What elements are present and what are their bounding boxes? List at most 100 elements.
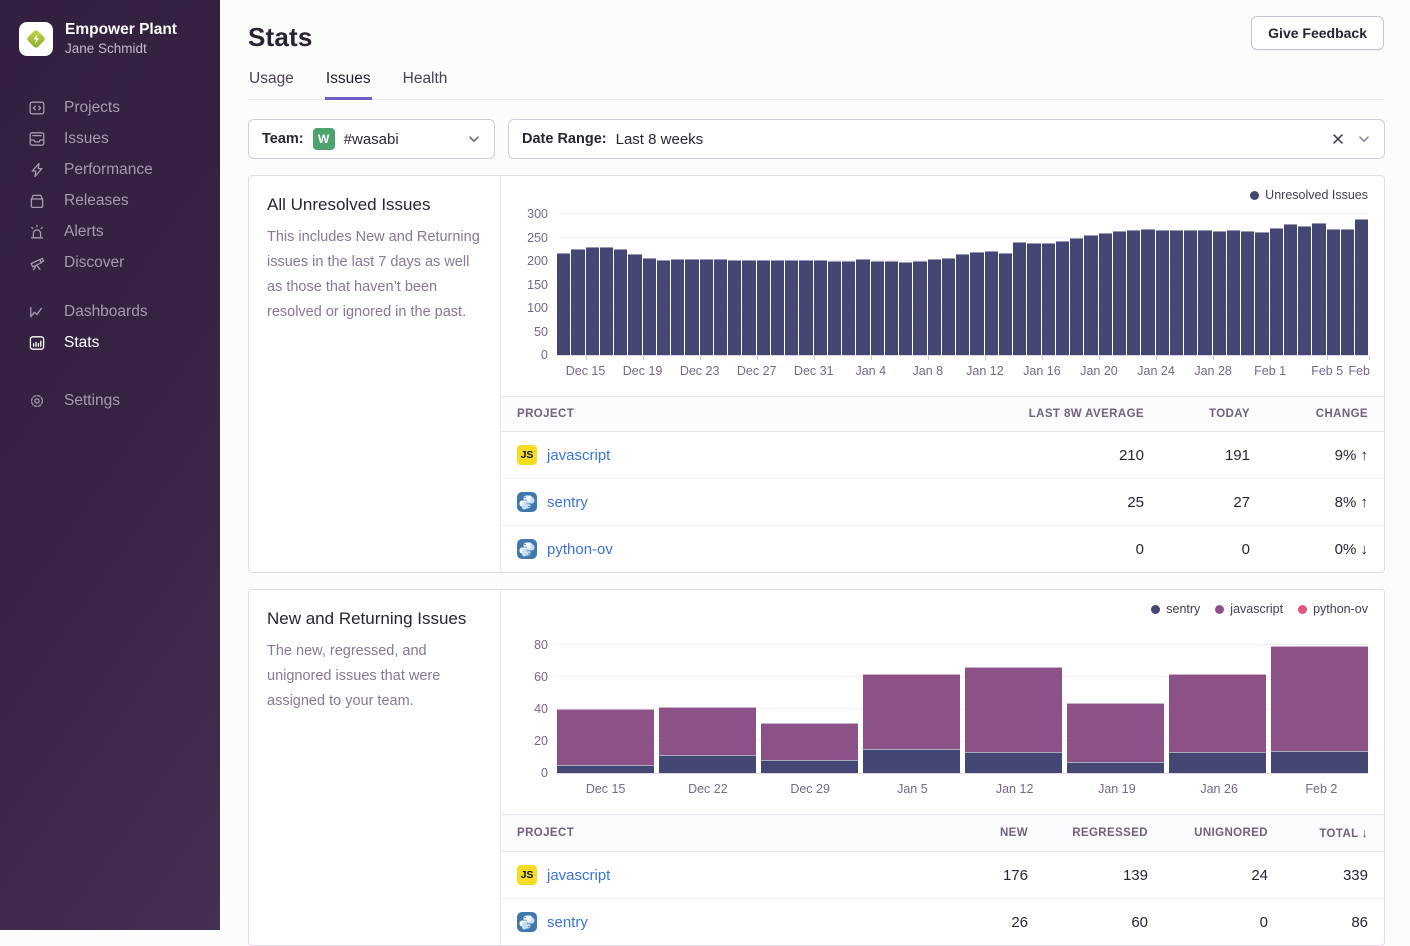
project-link[interactable]: sentry [547,494,588,511]
legend-label: sentry [1166,602,1200,616]
bar [1099,233,1112,355]
bar [1013,242,1026,355]
bar-segment-javascript [557,709,654,765]
tab-bar: Usage Issues Health [248,70,1384,100]
new-returning-plot: 020406080 [557,632,1368,774]
legend-dot-icon [1151,605,1160,614]
bar [1298,226,1311,355]
bar [700,259,713,355]
give-feedback-button[interactable]: Give Feedback [1251,16,1384,50]
new-value: 176 [924,852,1044,899]
x-tick-mark [985,356,986,360]
x-tick-label: Jan 12 [966,774,1063,800]
col-unignored[interactable]: UNIGNORED [1164,815,1284,852]
bar [913,261,926,355]
y-tick-label: 0 [514,348,548,362]
bar-segment-sentry [659,755,756,773]
date-range-select[interactable]: Date Range: Last 8 weeks [508,119,1385,159]
sidebar-item-label: Alerts [64,223,104,241]
sidebar-item-dashboards[interactable]: Dashboards [0,296,220,327]
bar-segment-javascript [863,674,960,749]
sidebar-item-stats[interactable]: Stats [0,327,220,358]
legend-item-sentry[interactable]: sentry [1151,602,1200,616]
project-link[interactable]: javascript [547,867,610,884]
stacked-bar [1169,632,1266,773]
nav-divider-gap [0,278,220,296]
sidebar-item-discover[interactable]: Discover [0,247,220,278]
sidebar-item-label: Stats [64,334,99,352]
tab-health[interactable]: Health [402,70,449,100]
bar [814,260,827,355]
table-row: python-ov 0 0 0% ↓ [501,526,1384,573]
col-regressed[interactable]: REGRESSED [1044,815,1164,852]
col-project[interactable]: PROJECT [501,815,924,852]
x-tick-mark [757,356,758,360]
bar [785,260,798,355]
bar-segment-sentry [557,765,654,773]
panel-description-column: All Unresolved Issues This includes New … [249,176,501,572]
bar [685,259,698,355]
bar [1355,219,1368,355]
bar-segment-javascript [1067,703,1164,762]
sidebar-item-alerts[interactable]: Alerts [0,216,220,247]
sidebar-item-issues[interactable]: Issues [0,123,220,154]
bar [557,253,570,355]
tab-issues[interactable]: Issues [325,70,372,100]
x-tick-mark [814,356,815,360]
unresolved-plot: 050100150200250300 [557,214,1368,356]
project-link[interactable]: javascript [547,447,610,464]
project-link[interactable]: python-ov [547,541,613,558]
panel-description: This includes New and Returning issues i… [267,225,482,325]
x-tick-label: Dec 29 [762,774,859,800]
team-select-controls [467,132,481,146]
y-tick-label: 50 [514,325,548,339]
sidebar-item-projects[interactable]: Projects [0,92,220,123]
col-avg[interactable]: LAST 8W AVERAGE [990,397,1160,432]
bar [928,259,941,355]
panel-new-returning-issues: New and Returning Issues The new, regres… [248,589,1385,946]
col-change[interactable]: CHANGE [1266,397,1384,432]
new-returning-chart[interactable]: sentry javascript python-ov 0204 [501,590,1384,806]
unresolved-chart[interactable]: Unresolved Issues 050100150200250300 Dec… [501,176,1384,388]
bar [1113,231,1126,355]
x-tick-label: Jan 5 [864,774,961,800]
tab-usage[interactable]: Usage [248,70,295,100]
col-project[interactable]: PROJECT [501,397,990,432]
arrow-up-icon: ↑ [1361,447,1369,464]
x-tick-label: Dec 15 [557,774,654,800]
bar [614,249,627,355]
bar [1170,230,1183,355]
page-header: Stats Give Feedback Usage Issues Health [220,0,1410,100]
sidebar-item-settings[interactable]: Settings [0,385,220,416]
date-range-controls [1331,132,1371,146]
x-tick-label: Jan 16 [1023,364,1061,378]
x-tick-label: Jan 19 [1068,774,1165,800]
sidebar-item-label: Settings [64,392,120,410]
x-tick-mark [1327,356,1328,360]
new-returning-bars [557,632,1368,773]
sidebar-item-performance[interactable]: Performance [0,154,220,185]
table-row: JS javascript 210 191 9% ↑ [501,432,1384,479]
legend-item-javascript[interactable]: javascript [1215,602,1283,616]
bar-segment-javascript [1271,646,1368,750]
bar [828,261,841,355]
col-today[interactable]: TODAY [1160,397,1266,432]
project-link[interactable]: sentry [547,914,588,931]
bar [1127,230,1140,355]
bar [1284,224,1297,355]
bar [643,258,656,355]
table-header-row: PROJECT LAST 8W AVERAGE TODAY CHANGE [501,397,1384,432]
org-switcher[interactable]: Empower Plant Jane Schmidt [0,0,220,58]
sidebar-item-releases[interactable]: Releases [0,185,220,216]
new-returning-table: PROJECT NEW REGRESSED UNIGNORED TOTAL↓ J… [501,814,1384,945]
clear-icon[interactable] [1331,132,1345,146]
legend-item-unresolved[interactable]: Unresolved Issues [1250,188,1368,202]
change-value: 8% [1335,494,1357,511]
stacked-bar [863,632,960,773]
team-select[interactable]: Team: W #wasabi [248,119,495,159]
legend-item-python-ov[interactable]: python-ov [1298,602,1368,616]
sidebar-item-label: Dashboards [64,303,148,321]
col-new[interactable]: NEW [924,815,1044,852]
col-total-sort[interactable]: TOTAL↓ [1284,815,1384,852]
bar [1042,243,1055,355]
